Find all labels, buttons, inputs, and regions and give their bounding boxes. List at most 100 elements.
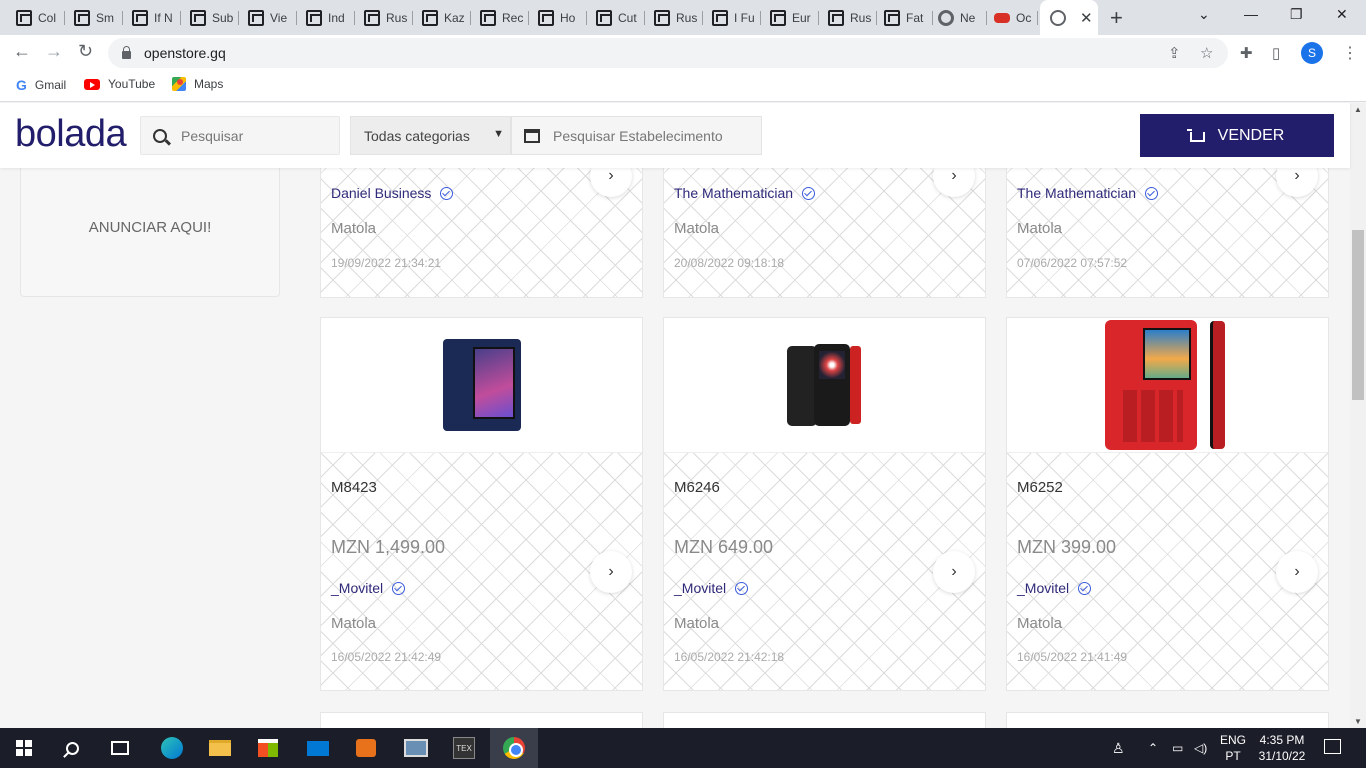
browser-tab[interactable]: Kaz — [414, 3, 471, 32]
back-icon[interactable]: ← — [13, 41, 31, 62]
product-card[interactable] — [320, 712, 643, 728]
profile-avatar[interactable]: S — [1301, 42, 1323, 64]
product-card[interactable]: › The Mathematician Matola 20/08/2022 09… — [663, 168, 986, 298]
site-icon — [828, 9, 844, 26]
browser-tab[interactable]: Oc — [986, 3, 1038, 32]
browser-tab[interactable]: Sub — [182, 3, 239, 32]
side-panel-icon[interactable]: ▯ — [1272, 44, 1280, 62]
page-scrollbar[interactable]: ▲ ▼ — [1350, 103, 1366, 728]
product-name[interactable]: M8423 — [331, 479, 377, 496]
browser-tab[interactable]: Ho — [530, 3, 587, 32]
clock[interactable]: 4:35 PM 31/10/22 — [1256, 732, 1308, 764]
taskbar-store[interactable] — [244, 728, 292, 768]
chevron-right-icon[interactable]: › — [933, 551, 975, 593]
taskbar-chrome[interactable] — [490, 728, 538, 768]
seller-name[interactable]: _Movitel — [331, 580, 406, 596]
product-image[interactable] — [321, 318, 642, 453]
browser-tab[interactable]: Rus — [820, 3, 877, 32]
language-indicator[interactable]: ENG PT — [1218, 732, 1248, 764]
seller-name[interactable]: The Mathematician — [674, 185, 816, 201]
seller-name[interactable]: _Movitel — [1017, 580, 1092, 596]
taskbar-computer[interactable] — [392, 728, 440, 768]
product-name[interactable]: M6246 — [674, 479, 720, 496]
browser-tab[interactable]: Ne — [930, 3, 987, 32]
product-image[interactable] — [1007, 318, 1328, 453]
task-view[interactable] — [96, 728, 144, 768]
smartphone-image — [442, 339, 521, 431]
verified-icon — [802, 186, 816, 200]
close-window-icon[interactable]: ✕ — [1336, 6, 1348, 23]
tab-active[interactable]: ✕ — [1040, 0, 1098, 35]
browser-tab[interactable]: If N — [124, 3, 181, 32]
extensions-icon[interactable]: ✚ — [1240, 44, 1253, 62]
taskbar-search[interactable] — [48, 728, 96, 768]
new-tab-icon[interactable]: + — [1110, 5, 1123, 31]
notification-icon[interactable] — [1324, 739, 1341, 754]
product-search — [140, 116, 340, 155]
chevron-right-icon[interactable]: › — [1276, 168, 1318, 197]
battery-icon[interactable]: ▭ — [1172, 728, 1183, 768]
bookmark-star-icon[interactable]: ☆ — [1200, 44, 1213, 62]
bookmark-youtube[interactable]: YouTube — [84, 77, 155, 91]
tab-strip: Col Sm If N Sub Vie Ind Rus Kaz Rec Ho Cut Rus I Fu E… — [0, 0, 1366, 35]
start-button[interactable] — [0, 728, 48, 768]
seller-name[interactable]: The Mathematician — [1017, 185, 1159, 201]
browser-tab[interactable]: Sm — [66, 3, 123, 32]
site-logo[interactable]: bolada — [15, 113, 127, 156]
chevron-right-icon[interactable]: › — [590, 551, 632, 593]
scroll-down-icon[interactable]: ▼ — [1354, 717, 1362, 726]
chevron-right-icon[interactable]: › — [1276, 551, 1318, 593]
chevron-right-icon[interactable]: › — [590, 168, 632, 197]
restore-icon[interactable]: ❐ — [1290, 6, 1303, 23]
taskbar-media[interactable] — [342, 728, 390, 768]
search-icon[interactable] — [153, 128, 167, 143]
browser-tab[interactable]: Rec — [472, 3, 529, 32]
browser-tab[interactable]: Rus — [646, 3, 703, 32]
scrollbar-thumb[interactable] — [1352, 230, 1364, 400]
product-card[interactable] — [663, 712, 986, 728]
product-card[interactable]: › The Mathematician Matola 07/06/2022 07… — [1006, 168, 1329, 298]
browser-tab[interactable]: Col — [8, 3, 65, 32]
product-card[interactable] — [1006, 712, 1329, 728]
taskbar-mail[interactable] — [294, 728, 342, 768]
tab-search-icon[interactable]: ⌄ — [1198, 6, 1210, 23]
product-card[interactable]: › Daniel Business Matola 19/09/2022 21:3… — [320, 168, 643, 298]
browser-tab[interactable]: Rus — [356, 3, 413, 32]
taskbar-tex[interactable]: TEX — [440, 728, 488, 768]
seller-name[interactable]: _Movitel — [674, 580, 749, 596]
taskbar-edge[interactable] — [148, 728, 196, 768]
forward-icon[interactable]: → — [45, 41, 63, 62]
share-icon[interactable]: ⇪ — [1168, 44, 1181, 62]
product-card[interactable]: M6246 MZN 649.00 › _Movitel Matola 16/05… — [663, 317, 986, 691]
minimize-icon[interactable]: — — [1244, 6, 1258, 22]
bookmark-gmail[interactable]: G Gmail — [16, 77, 66, 93]
seller-name[interactable]: Daniel Business — [331, 185, 454, 201]
browser-tab[interactable]: I Fu — [704, 3, 761, 32]
address-bar[interactable]: openstore.gq — [108, 38, 1228, 68]
close-tab-icon[interactable]: ✕ — [1080, 9, 1093, 27]
product-name[interactable]: M6252 — [1017, 479, 1063, 496]
menu-icon[interactable]: ⋮ — [1342, 43, 1358, 63]
product-card[interactable]: M8423 MZN 1,499.00 › _Movitel Matola 16/… — [320, 317, 643, 691]
chevron-up-icon[interactable]: ⌃ — [1148, 728, 1158, 768]
people-icon[interactable]: ♙ — [1112, 728, 1125, 768]
product-image[interactable] — [664, 318, 985, 453]
volume-icon[interactable]: ◁) — [1194, 728, 1207, 768]
product-card[interactable]: M6252 MZN 399.00 › _Movitel Matola 16/05… — [1006, 317, 1329, 691]
scroll-up-icon[interactable]: ▲ — [1354, 105, 1362, 114]
taskbar-explorer[interactable] — [196, 728, 244, 768]
category-select[interactable]: Todas categorias ▼ — [350, 116, 511, 155]
reload-icon[interactable]: ↻ — [78, 41, 93, 62]
browser-tab[interactable]: Vie — [240, 3, 297, 32]
browser-tab[interactable]: Eur — [762, 3, 819, 32]
ad-banner[interactable]: ANUNCIAR AQUI! — [20, 168, 280, 297]
search-input[interactable] — [181, 127, 331, 144]
store-search-input[interactable] — [553, 127, 753, 144]
browser-tab[interactable]: Ind — [298, 3, 355, 32]
chevron-right-icon[interactable]: › — [933, 168, 975, 197]
browser-tab[interactable]: Fat — [876, 3, 933, 32]
url-text: openstore.gq — [144, 45, 226, 61]
browser-tab[interactable]: Cut — [588, 3, 645, 32]
bookmark-maps[interactable]: Maps — [172, 77, 223, 91]
sell-button[interactable]: VENDER — [1140, 114, 1334, 157]
